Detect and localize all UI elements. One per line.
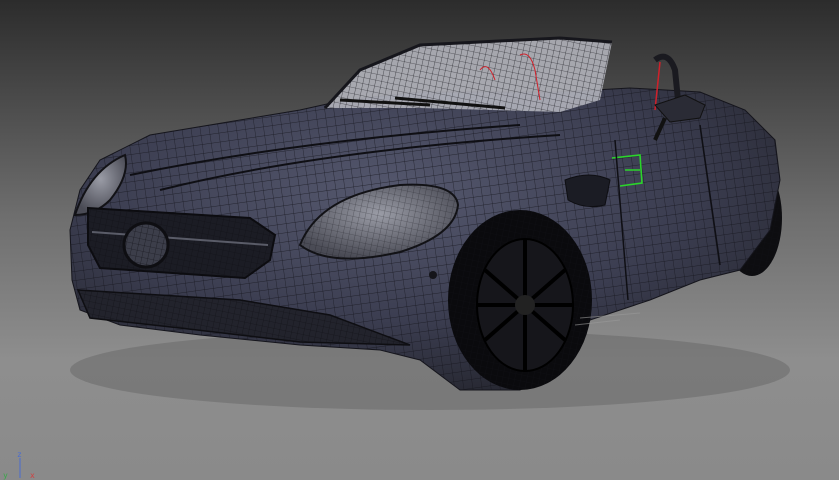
3d-viewport[interactable]: z y x: [0, 0, 839, 480]
z-axis-label: z: [17, 450, 22, 459]
brand-emblem: [122, 221, 170, 269]
fog-light: [429, 271, 437, 279]
x-axis-label: x: [30, 471, 35, 480]
y-axis-label: y: [3, 471, 8, 480]
front-grille: [87, 206, 277, 280]
axis-triad: z y x: [3, 450, 35, 480]
front-wheel: [448, 210, 592, 390]
car-wireframe-model[interactable]: [0, 0, 839, 480]
